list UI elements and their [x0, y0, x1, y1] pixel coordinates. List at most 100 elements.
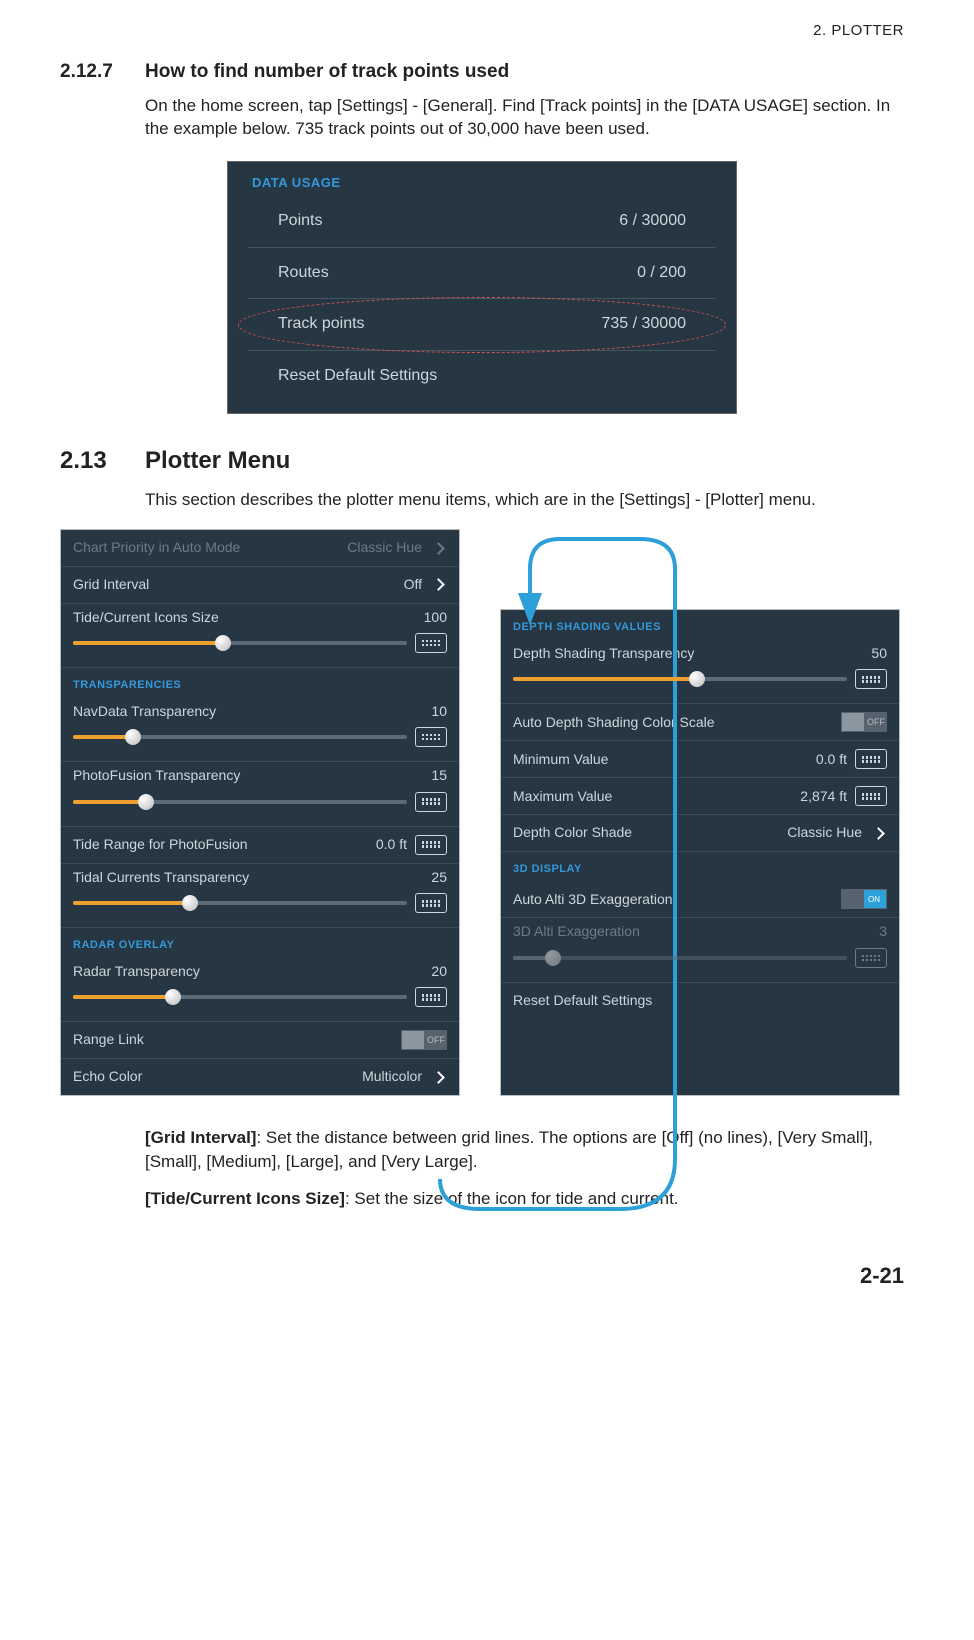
section-heading-2-13: 2.13 Plotter Menu	[60, 444, 904, 478]
menu-auto-depth-color-scale[interactable]: Auto Depth Shading Color Scale OFF	[501, 704, 899, 741]
keypad-icon[interactable]	[415, 987, 447, 1007]
section-radar-overlay: RADAR OVERLAY	[61, 928, 459, 957]
menu-tide-current-icons-size[interactable]: Tide/Current Icons Size 100	[61, 604, 459, 669]
data-usage-row-routes[interactable]: Routes 0 / 200	[248, 248, 716, 299]
data-usage-panel: DATA USAGE Points 6 / 30000 Routes 0 / 2…	[227, 161, 737, 414]
desc-grid-title: [Grid Interval]	[145, 1128, 256, 1147]
slider[interactable]	[73, 901, 407, 905]
item-label: Grid Interval	[73, 575, 396, 595]
toggle-off[interactable]: OFF	[401, 1030, 447, 1050]
menu-echo-color[interactable]: Echo Color Multicolor	[61, 1059, 459, 1095]
item-label: Tide/Current Icons Size	[73, 608, 219, 628]
item-label: Tide Range for PhotoFusion	[73, 835, 368, 855]
section-depth-shading: DEPTH SHADING VALUES	[501, 610, 899, 639]
keypad-icon[interactable]	[415, 792, 447, 812]
menu-3d-alti-exaggeration[interactable]: 3D Alti Exaggeration 3	[501, 918, 899, 983]
section-title: Plotter Menu	[145, 444, 290, 478]
keypad-icon[interactable]	[855, 786, 887, 806]
menu-navdata-transparency[interactable]: NavData Transparency 10	[61, 698, 459, 763]
data-usage-row-points[interactable]: Points 6 / 30000	[248, 196, 716, 247]
desc-tide-title: [Tide/Current Icons Size]	[145, 1189, 345, 1208]
item-label: 3D Alti Exaggeration	[513, 922, 640, 942]
section-heading-2-12-7: 2.12.7 How to find number of track point…	[60, 59, 904, 86]
section-number: 2.12.7	[60, 59, 145, 86]
item-label: NavData Transparency	[73, 702, 216, 722]
row-label: Reset Default Settings	[278, 365, 437, 387]
row-label: Track points	[278, 313, 365, 335]
chevron-right-icon	[432, 1071, 445, 1084]
section-title: How to find number of track points used	[145, 59, 509, 86]
item-label: Depth Shading Transparency	[513, 644, 694, 664]
section-number: 2.13	[60, 444, 145, 478]
item-label: Tidal Currents Transparency	[73, 868, 249, 888]
keypad-icon[interactable]	[855, 669, 887, 689]
item-value: 2,874 ft	[800, 787, 847, 807]
keypad-icon[interactable]	[855, 749, 887, 769]
data-usage-row-track-points[interactable]: Track points 735 / 30000	[248, 299, 716, 350]
item-value: Multicolor	[362, 1067, 422, 1087]
row-value: 735 / 30000	[601, 313, 686, 335]
section2-body: This section describes the plotter menu …	[145, 488, 904, 512]
item-value: 50	[871, 644, 887, 664]
plotter-menu-panel-right: DEPTH SHADING VALUES Depth Shading Trans…	[500, 609, 900, 1096]
section-3d-display: 3D DISPLAY	[501, 852, 899, 881]
data-usage-row-reset[interactable]: Reset Default Settings	[248, 351, 716, 401]
keypad-icon[interactable]	[415, 835, 447, 855]
menu-radar-transparency[interactable]: Radar Transparency 20	[61, 958, 459, 1023]
plotter-menu-panel-left: Chart Priority in Auto Mode Classic Hue …	[60, 529, 460, 1096]
chevron-right-icon	[432, 542, 445, 555]
slider[interactable]	[73, 800, 407, 804]
keypad-icon	[855, 948, 887, 968]
keypad-icon[interactable]	[415, 893, 447, 913]
item-value: Off	[404, 575, 422, 595]
slider[interactable]	[73, 995, 407, 999]
item-value: 0.0 ft	[816, 750, 847, 770]
slider[interactable]	[73, 735, 407, 739]
desc-tide-body: : Set the size of the icon for tide and …	[345, 1189, 679, 1208]
item-value: 20	[431, 962, 447, 982]
menu-tide-range-photofusion[interactable]: Tide Range for PhotoFusion 0.0 ft	[61, 827, 459, 864]
item-value: Classic Hue	[787, 823, 862, 843]
row-label: Routes	[278, 262, 329, 284]
item-label: Chart Priority in Auto Mode	[73, 538, 339, 558]
item-value: 100	[424, 608, 447, 628]
item-label: Depth Color Shade	[513, 823, 779, 843]
keypad-icon[interactable]	[415, 633, 447, 653]
toggle-on[interactable]	[841, 889, 887, 909]
item-value: 25	[431, 868, 447, 888]
item-label: Minimum Value	[513, 750, 808, 770]
menu-depth-shading-transparency[interactable]: Depth Shading Transparency 50	[501, 640, 899, 705]
item-value: 10	[431, 702, 447, 722]
page-number: 2-21	[60, 1261, 904, 1292]
item-label: Radar Transparency	[73, 962, 200, 982]
menu-grid-interval[interactable]: Grid Interval Off	[61, 567, 459, 604]
menu-chart-priority[interactable]: Chart Priority in Auto Mode Classic Hue	[61, 530, 459, 567]
toggle-off[interactable]: OFF	[841, 712, 887, 732]
row-value: 0 / 200	[637, 262, 686, 284]
slider[interactable]	[513, 677, 847, 681]
menu-maximum-value[interactable]: Maximum Value 2,874 ft	[501, 778, 899, 815]
data-usage-title: DATA USAGE	[228, 174, 736, 196]
item-label: Echo Color	[73, 1067, 354, 1087]
row-label: Points	[278, 210, 322, 232]
item-value: 15	[431, 766, 447, 786]
slider[interactable]	[73, 641, 407, 645]
row-value: 6 / 30000	[619, 210, 686, 232]
item-label: Auto Depth Shading Color Scale	[513, 713, 833, 733]
keypad-icon[interactable]	[415, 727, 447, 747]
item-label: PhotoFusion Transparency	[73, 766, 240, 786]
item-value: 0.0 ft	[376, 835, 407, 855]
menu-reset-default[interactable]: Reset Default Settings	[501, 983, 899, 1019]
menu-auto-alti-3d[interactable]: Auto Alti 3D Exaggeration	[501, 881, 899, 918]
item-label: Range Link	[73, 1030, 393, 1050]
item-label: Auto Alti 3D Exaggeration	[513, 890, 833, 910]
menu-minimum-value[interactable]: Minimum Value 0.0 ft	[501, 741, 899, 778]
menu-range-link[interactable]: Range Link OFF	[61, 1022, 459, 1059]
chapter-header: 2. PLOTTER	[60, 20, 904, 41]
menu-depth-color-shade[interactable]: Depth Color Shade Classic Hue	[501, 815, 899, 852]
menu-photofusion-transparency[interactable]: PhotoFusion Transparency 15	[61, 762, 459, 827]
section-transparencies: TRANSPARENCIES	[61, 668, 459, 697]
menu-tidal-currents-transparency[interactable]: Tidal Currents Transparency 25	[61, 864, 459, 929]
section1-body: On the home screen, tap [Settings] - [Ge…	[145, 94, 904, 142]
chevron-right-icon	[432, 578, 445, 591]
